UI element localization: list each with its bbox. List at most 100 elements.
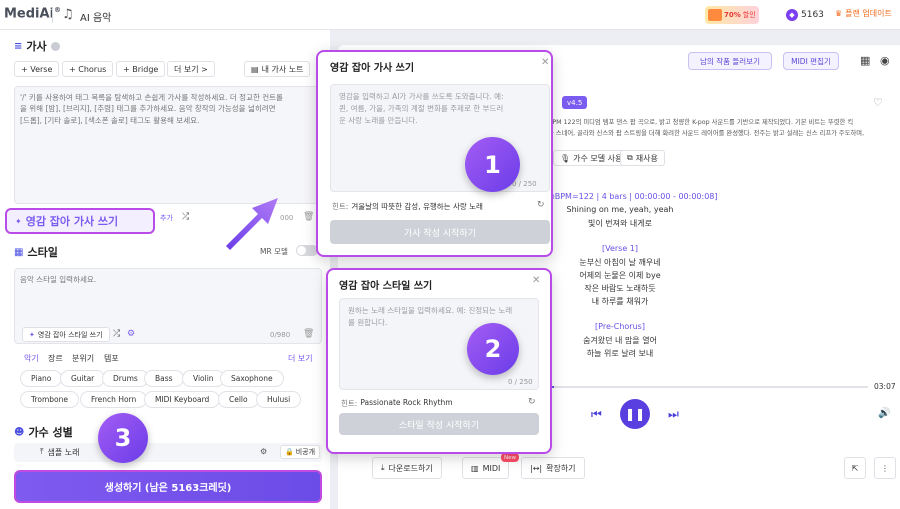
instrument-chip[interactable]: Bass <box>144 370 184 387</box>
prev-icon[interactable]: ⏮ <box>591 407 602 422</box>
volume-icon[interactable]: 🔊 <box>878 408 890 419</box>
share-button[interactable]: ⇱ <box>844 457 866 479</box>
instrument-chip[interactable]: Cello <box>218 391 259 408</box>
pointer-arrow <box>226 198 278 250</box>
refresh-icon[interactable]: ↻ <box>537 200 545 210</box>
mr-model-toggle[interactable] <box>296 245 318 256</box>
style-section-title: ▦ 스타일 <box>14 244 58 260</box>
vocal-title: 가수 성별 <box>28 426 73 439</box>
upgrade-label: 플랜 업데이트 <box>845 9 892 18</box>
share-icon: ⇱ <box>851 463 859 473</box>
desc-line: BPM 122의 미디엄 템포 댄스 팝 곡으로, 밝고 청량한 K-pop 사… <box>548 119 854 126</box>
close-icon[interactable]: ✕ <box>532 275 540 286</box>
popup-placeholder-line: 운 사랑 노래를 만듭니다. <box>339 116 418 125</box>
lyrics-icon: ≡ <box>14 40 23 52</box>
sample-voice-button[interactable]: ⤒ 샘플 노래 <box>40 447 80 458</box>
hint-label: 힌트: <box>341 399 358 408</box>
instrument-chip[interactable]: Hulusi <box>256 391 302 408</box>
refresh-icon[interactable]: ↻ <box>528 397 536 407</box>
tab-instrument[interactable]: 악기 <box>24 353 39 364</box>
style-title: 스타일 <box>27 246 58 259</box>
download-button[interactable]: ⤓ 다운로드하기 <box>372 457 442 479</box>
step-badge-2: 2 <box>467 323 519 375</box>
popup-style-hint: 힌트: Passionate Rock Rhythm <box>341 398 453 409</box>
step-badge-3: 3 <box>98 413 148 463</box>
trash-icon[interactable]: 🗑 <box>303 329 314 339</box>
extend-button[interactable]: |↔| 확장하기 <box>521 457 585 479</box>
instrument-chip[interactable]: MIDI Keyboard <box>144 391 221 408</box>
next-icon[interactable]: ⏭ <box>668 407 679 422</box>
shuffle-icon[interactable]: ⤮ <box>113 329 120 339</box>
progress-track[interactable] <box>548 386 868 388</box>
upload-icon: ⤒ <box>40 447 44 456</box>
settings-icon[interactable]: ⚙ <box>260 447 267 456</box>
generate-button[interactable]: 생성하기 (남은 5163크레딧) <box>14 470 322 503</box>
instrument-chip[interactable]: Drums <box>102 370 149 387</box>
popup-style-counter: 0 / 250 <box>508 378 533 386</box>
start-lyrics-button[interactable]: 가사 작성 시작하기 <box>330 220 550 244</box>
shuffle-icon[interactable]: ⤮ <box>182 212 189 222</box>
gift-icon <box>708 9 722 21</box>
credits-display: ◆ 5163 <box>786 7 824 23</box>
heart-icon[interactable]: ♡ <box>873 96 883 109</box>
pause-button[interactable]: ❚❚ <box>620 399 650 429</box>
lyrics-notes-label: 내 가사 노트 <box>261 64 304 74</box>
help-icon[interactable] <box>50 41 60 51</box>
lyrics-inspiration-button[interactable]: ✦ 영감 잡아 가사 쓰기 <box>5 208 155 234</box>
start-style-button[interactable]: 스타일 작성 시작하기 <box>339 413 539 435</box>
tab-tempo[interactable]: 템포 <box>104 353 119 364</box>
lyrics-input[interactable]: '/' 키를 사용하여 태그 목록을 탐색하고 손쉽게 가사를 작성하세요. 더… <box>14 86 322 204</box>
popup-placeholder-line: 퀸, 여름, 가을, 가족의 계절 변화를 주제로 한 부드러 <box>339 104 504 113</box>
instrument-chip[interactable]: Trombone <box>20 391 80 408</box>
promo-badge[interactable]: 70% 할인 <box>705 6 759 24</box>
style-counter: 0/980 <box>270 331 291 339</box>
logo-mark: ® <box>54 6 62 14</box>
discord-icon[interactable]: ◉ <box>880 54 890 67</box>
style-more-link[interactable]: 더 보기 <box>288 353 313 364</box>
more-icon: ⋮ <box>881 463 889 473</box>
desc-line: 과 스네어, 골라와 신스와 팝 스트링을 더해 화려한 사운드 레이어를 완성… <box>548 129 865 137</box>
instrument-chip[interactable]: Violin <box>182 370 225 387</box>
listen-others-button[interactable]: 남의 작품 들러보기 <box>688 52 772 70</box>
trash-icon[interactable]: 🗑 <box>303 212 314 222</box>
section-title: AI 음악 <box>80 13 112 24</box>
reuse-button[interactable]: ⧉ 재사용 <box>620 150 665 166</box>
lyrics-inspiration-label: 영감 잡아 가사 쓰기 <box>25 215 119 228</box>
promo-percent: 70% <box>724 11 741 19</box>
voice-model-button[interactable]: 🎙 가수 모델 사용 <box>553 150 630 166</box>
more-button[interactable]: ⋮ <box>874 457 896 479</box>
midi-editor-button[interactable]: MIDI 편집기 <box>783 52 839 70</box>
instrument-chip[interactable]: French Horn <box>80 391 148 408</box>
people-icon: ☻ <box>14 426 25 438</box>
upgrade-button[interactable]: ♛ 플랜 업데이트 <box>835 8 892 19</box>
toggle-knob <box>297 246 306 255</box>
lyrics-placeholder-line: 을 위해 [밤], [브리지], [추렴] 태그를 추가하세요. 음악 창작의 … <box>20 104 276 114</box>
grid-icon: ▦ <box>14 246 24 258</box>
tag-verse-button[interactable]: + Verse <box>14 61 60 77</box>
close-icon[interactable]: ✕ <box>541 57 549 68</box>
calendar-icon[interactable]: ▦ <box>860 54 870 67</box>
lyrics-notes-button[interactable]: ▤ 내 가사 노트 <box>244 61 311 77</box>
private-toggle[interactable]: 🔒 비공개 <box>280 445 321 459</box>
sample-voice-label: 샘플 노래 <box>47 448 80 457</box>
popup-lyrics-counter: 0 / 250 <box>512 180 537 188</box>
popup-lyrics-title: 영감 잡아 가사 쓰기 <box>330 63 415 74</box>
ai-style-icon[interactable]: ⚙ <box>127 329 135 339</box>
instrument-chip[interactable]: Guitar <box>60 370 106 387</box>
copy-icon: ⧉ <box>627 153 633 162</box>
tab-mood[interactable]: 분위기 <box>72 353 94 364</box>
version-badge: v4.5 <box>562 96 588 109</box>
tag-chorus-button[interactable]: + Chorus <box>62 61 114 77</box>
style-inspiration-label: 영감 잡아 스타일 쓰기 <box>37 330 103 339</box>
voice-model-label: 가수 모델 사용 <box>573 153 623 163</box>
instrument-chip[interactable]: Piano <box>20 370 63 387</box>
extend-icon: |↔| <box>530 463 543 473</box>
new-badge: New <box>501 453 519 462</box>
extend-label: 확장하기 <box>546 463 576 473</box>
coin-icon: ◆ <box>786 9 798 21</box>
tag-more-button[interactable]: 더 보기 > <box>167 61 215 77</box>
style-inspiration-button[interactable]: ✦ 영감 잡아 스타일 쓰기 <box>22 327 110 342</box>
instrument-chip[interactable]: Saxophone <box>220 370 284 387</box>
tab-genre[interactable]: 장르 <box>48 353 63 364</box>
tag-bridge-button[interactable]: + Bridge <box>116 61 166 77</box>
